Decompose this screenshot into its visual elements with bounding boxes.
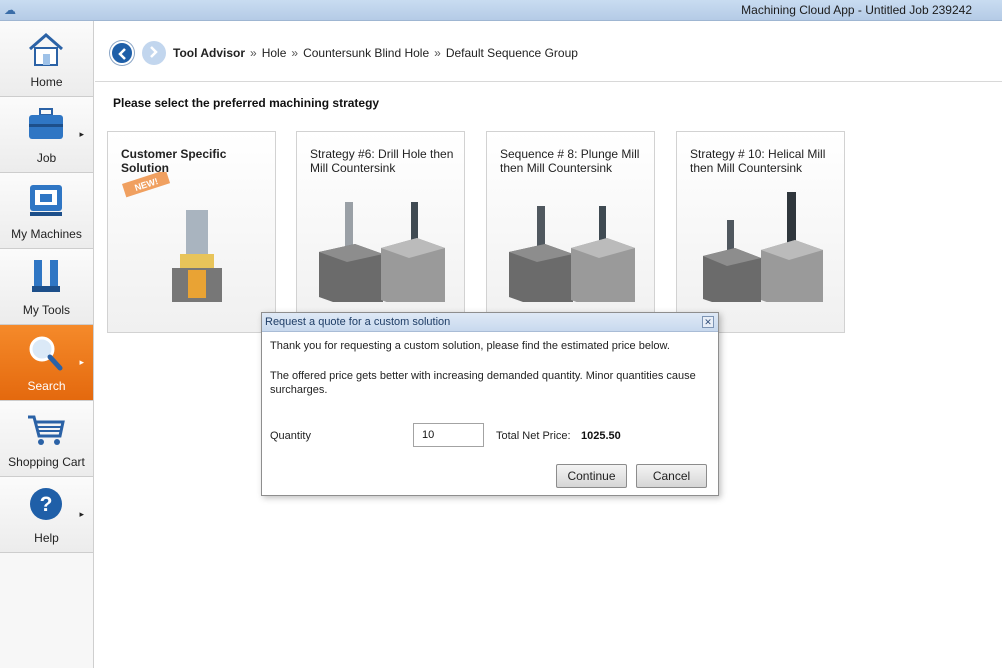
chevron-right-icon: ▸ — [79, 509, 84, 519]
svg-text:?: ? — [40, 493, 53, 516]
machine-icon — [30, 185, 62, 216]
sidebar-item-job[interactable]: ▸ Job — [0, 97, 93, 173]
card-title: Strategy #6: Drill Hole then Mill Counte… — [310, 147, 454, 175]
dialog-title-bar: Request a quote for a custom solution ✕ — [262, 313, 718, 332]
arrow-left-icon — [118, 48, 126, 60]
chevron-right-icon: ▸ — [79, 357, 84, 367]
drill-then-mill-illustration — [319, 202, 445, 302]
breadcrumb-bar: Tool Advisor » Hole » Countersunk Blind Hole… — [95, 21, 1002, 82]
search-icon — [29, 336, 63, 371]
breadcrumb-item[interactable]: Tool Advisor — [173, 46, 245, 60]
tools-icon — [32, 260, 60, 292]
sidebar-item-home[interactable]: Home — [0, 21, 93, 97]
page-instruction: Please select the preferred machining st… — [113, 96, 380, 110]
back-button[interactable] — [110, 41, 134, 65]
breadcrumb-separator: » — [250, 46, 257, 60]
dialog-note: The offered price gets better with incre… — [270, 370, 696, 396]
cart-icon — [28, 415, 65, 445]
home-icon — [29, 33, 63, 66]
breadcrumb-separator: » — [434, 46, 441, 60]
breadcrumb-separator: » — [291, 46, 299, 60]
plunge-mill-illustration — [509, 206, 635, 302]
help-icon: ? — [30, 488, 62, 520]
sidebar-item-label: My Machines — [11, 227, 82, 241]
sidebar-item-search[interactable]: ▸ Search — [0, 325, 93, 401]
dialog-message: Thank you for requesting a custom soluti… — [270, 340, 670, 352]
window-title: Machining Cloud App - Untitled Job 23924… — [741, 3, 972, 17]
sidebar-item-label: Help — [34, 531, 59, 545]
continue-button[interactable]: Continue — [556, 464, 627, 488]
sidebar-item-label: Home — [30, 75, 63, 89]
strategy-card-6[interactable]: Strategy #6: Drill Hole then Mill Counte… — [296, 131, 465, 333]
cancel-button[interactable]: Cancel — [636, 464, 707, 488]
title-bar: ☁ Machining Cloud App - Untitled Job 239… — [0, 0, 1002, 21]
breadcrumb: Tool Advisor » Hole » Countersunk Blind Hole… — [173, 46, 578, 60]
breadcrumb-item[interactable]: Countersunk Blind Hole — [303, 46, 429, 60]
quantity-field[interactable] — [413, 423, 484, 447]
sidebar-item-shopping-cart[interactable]: Shopping Cart — [0, 401, 93, 477]
strategy-card-10[interactable]: Strategy # 10: Helical Mill then Mill Co… — [676, 131, 845, 333]
sidebar-item-my-tools[interactable]: My Tools — [0, 249, 93, 325]
sidebar: Home ▸ Job My Machines My Tools ▸ Search… — [0, 21, 94, 668]
chevron-right-icon: ▸ — [79, 129, 84, 139]
sidebar-item-my-machines[interactable]: My Machines — [0, 173, 93, 249]
price-value: 1025.50 — [581, 430, 621, 442]
custom-solution-illustration: NEW! — [122, 172, 222, 302]
card-title: Strategy # 10: Helical Mill then Mill Co… — [690, 147, 826, 175]
breadcrumb-item[interactable]: Default Sequence Group — [446, 46, 578, 60]
breadcrumb-item[interactable]: Hole — [262, 46, 287, 60]
arrow-right-icon — [150, 46, 158, 58]
strategy-card-custom[interactable]: Customer Specific Solution NEW! — [107, 131, 276, 333]
price-label: Total Net Price: — [496, 430, 571, 442]
sidebar-item-label: My Tools — [22, 303, 71, 317]
sidebar-item-label: Shopping Cart — [8, 455, 85, 469]
sidebar-item-help[interactable]: ? ▸ Help — [0, 477, 93, 553]
dialog-title: Request a quote for a custom solution — [265, 316, 451, 328]
app-icon: ☁ — [4, 3, 16, 17]
card-title: Sequence # 8: Plunge Mill then Mill Coun… — [500, 147, 640, 175]
quote-dialog: Request a quote for a custom solution ✕ … — [261, 312, 719, 496]
close-icon[interactable]: ✕ — [702, 316, 714, 328]
helical-mill-illustration — [703, 192, 823, 302]
sidebar-item-label: Job — [36, 151, 57, 165]
forward-button[interactable] — [142, 41, 166, 65]
sidebar-item-label: Search — [27, 379, 66, 393]
card-title: Customer Specific Solution — [121, 147, 227, 175]
quantity-label: Quantity — [270, 430, 311, 442]
briefcase-icon — [29, 108, 63, 139]
strategy-card-8[interactable]: Sequence # 8: Plunge Mill then Mill Coun… — [486, 131, 655, 333]
